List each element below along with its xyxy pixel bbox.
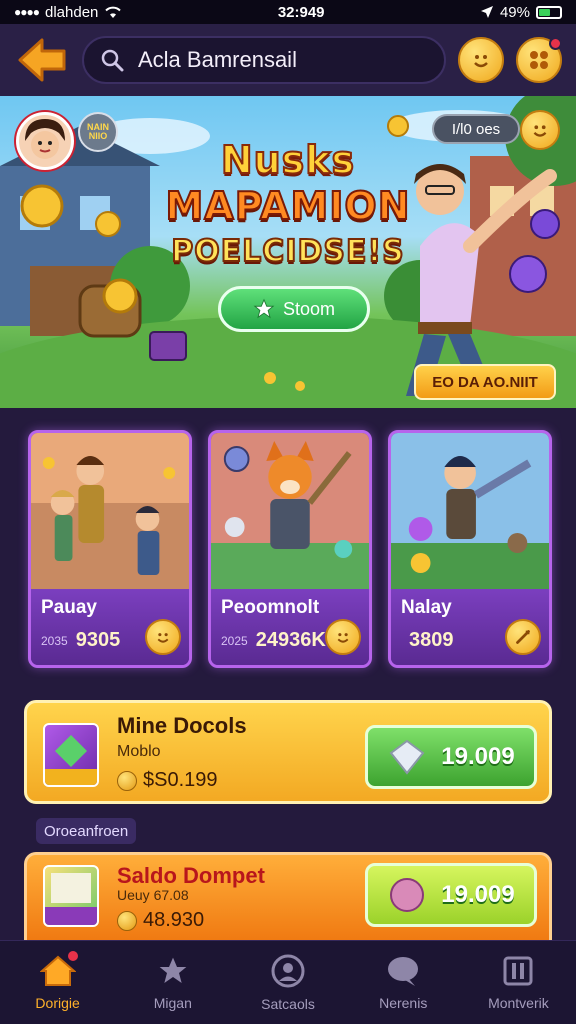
coin-icon xyxy=(117,770,137,791)
section-tag: Oroeanfroen xyxy=(36,818,137,844)
offer-price: $S0.199 xyxy=(117,769,218,792)
nav-item-profile[interactable]: Satcaols xyxy=(230,941,345,1024)
offer-price-value: $S0.199 xyxy=(143,769,218,791)
hero-art-2 xyxy=(211,433,369,595)
hero-card[interactable]: Pauay 2035 9305 xyxy=(28,430,192,668)
hero-art-3 xyxy=(391,433,549,595)
hero-label: 2025 xyxy=(221,633,248,648)
smiley-coin-icon xyxy=(474,55,488,68)
coin-icon xyxy=(117,910,137,931)
search-input[interactable]: Acla Bamrensail xyxy=(138,47,297,73)
nav-label: Dorigie xyxy=(35,994,80,1011)
notification-dot xyxy=(66,949,80,963)
hero-card-meta: Peoomnolt 2025 24936K xyxy=(211,589,369,665)
battery-icon xyxy=(535,5,562,19)
hero-cards: Pauay 2035 9305 Peoomnolt 2025 24936K Na… xyxy=(28,430,552,668)
profile-icon xyxy=(271,954,305,987)
banner-cta-button[interactable]: EO DA AO.NIIT xyxy=(414,364,556,400)
offer-subtitle: Ueuy 67.08 xyxy=(117,887,189,903)
hero-card[interactable]: Peoomnolt 2025 24936K xyxy=(208,430,372,668)
offer-title: Saldo Dompet xyxy=(117,863,265,888)
offer-row[interactable]: Mine Docols Moblo $S0.199 19.009 xyxy=(24,700,552,804)
event-pill[interactable]: I/l0 oes xyxy=(432,114,520,144)
nav-label: Migan xyxy=(153,994,192,1011)
hero-value: 3809 xyxy=(409,629,454,651)
hero-name: Nalay xyxy=(401,597,452,618)
offer-price: 48.930 xyxy=(117,909,204,932)
clock: 32:949 xyxy=(277,3,325,21)
bottom-nav: Dorigie Migan Satcaols Nerenis Montverik xyxy=(0,940,576,1024)
offer-subtitle: Moblo xyxy=(117,743,161,760)
puzzle-coin-icon xyxy=(530,51,548,69)
star-icon xyxy=(253,298,275,319)
offer-thumbnail xyxy=(43,865,99,927)
nav-item-missions[interactable]: Migan xyxy=(115,941,230,1024)
hero-name: Peoomnolt xyxy=(221,597,320,618)
chat-icon xyxy=(388,956,419,986)
battery-percent: 49% xyxy=(499,3,530,21)
compass-icon xyxy=(505,619,541,655)
top-header: Acla Bamrensail xyxy=(0,24,576,96)
hero-value: 9305 xyxy=(75,629,121,651)
bundle-pack-icon xyxy=(45,873,97,925)
level-badge: NAIN NIIO xyxy=(78,112,118,152)
nav-item-home[interactable]: Dorigie xyxy=(0,941,115,1024)
buy-button-label: 19.009 xyxy=(441,881,515,908)
hero-art-1 xyxy=(31,433,189,595)
hero-label: 2035 xyxy=(41,633,68,648)
nav-label: Satcaols xyxy=(261,995,315,1012)
player-avatar[interactable] xyxy=(16,112,74,170)
buy-button[interactable]: 19.009 xyxy=(365,725,537,789)
search-icon xyxy=(101,49,124,72)
back-button[interactable] xyxy=(14,32,70,88)
smiley-coin-icon xyxy=(145,619,181,655)
nav-item-chat[interactable]: Nerenis xyxy=(346,941,461,1024)
banner-title-line3: POELCIDSE!S xyxy=(170,233,405,270)
nav-item-more[interactable]: Montverik xyxy=(461,941,576,1024)
hero-name: Pauay xyxy=(41,597,97,618)
notification-dot xyxy=(549,37,562,50)
avatar-face-icon xyxy=(25,119,65,159)
back-arrow-icon xyxy=(18,38,66,82)
nav-label: Nerenis xyxy=(379,994,428,1011)
wifi-icon xyxy=(105,6,122,18)
offer-thumbnail xyxy=(43,723,99,787)
smiley-coin-icon xyxy=(325,619,361,655)
buy-button[interactable]: 19.009 xyxy=(365,863,537,927)
search-bar[interactable]: Acla Bamrensail xyxy=(82,36,446,84)
offer-price-value: 48.930 xyxy=(143,909,205,931)
gem-pack-icon xyxy=(45,735,97,785)
hero-card-meta: Pauay 2035 9305 xyxy=(31,589,189,665)
promo-banner[interactable]: NAIN NIIO I/l0 oes Nusks MAPAMION POELCI… xyxy=(0,96,576,408)
orb-icon xyxy=(390,878,425,912)
hero-card-meta: Nalay 3809 xyxy=(391,589,549,665)
grid-icon xyxy=(503,956,533,985)
banner-title-line1: Nusks xyxy=(220,137,356,183)
banner-title-line2: MAPAMION xyxy=(164,183,411,229)
status-bar: ●●●● dlahden 32:949 49% xyxy=(0,0,576,24)
coin-button[interactable] xyxy=(520,110,560,150)
smiley-coin-icon xyxy=(533,125,547,137)
hero-card[interactable]: Nalay 3809 xyxy=(388,430,552,668)
rewards-button[interactable] xyxy=(458,37,504,83)
signal-icon: ●●●● xyxy=(14,5,40,19)
start-button[interactable]: Stoom xyxy=(218,286,370,332)
diamond-icon xyxy=(389,739,425,775)
hero-value: 24936K xyxy=(255,629,326,651)
start-button-label: Stoom xyxy=(282,298,336,319)
offer-title: Mine Docols xyxy=(117,713,247,738)
carrier-name: dlahden xyxy=(45,3,99,21)
location-icon xyxy=(480,6,493,18)
star-icon xyxy=(159,957,187,983)
puzzle-button[interactable] xyxy=(516,37,562,83)
nav-label: Montverik xyxy=(488,994,549,1011)
buy-button-label: 19.009 xyxy=(441,743,515,770)
offer-row[interactable]: Saldo Dompet Ueuy 67.08 48.930 19.009 xyxy=(24,852,552,940)
